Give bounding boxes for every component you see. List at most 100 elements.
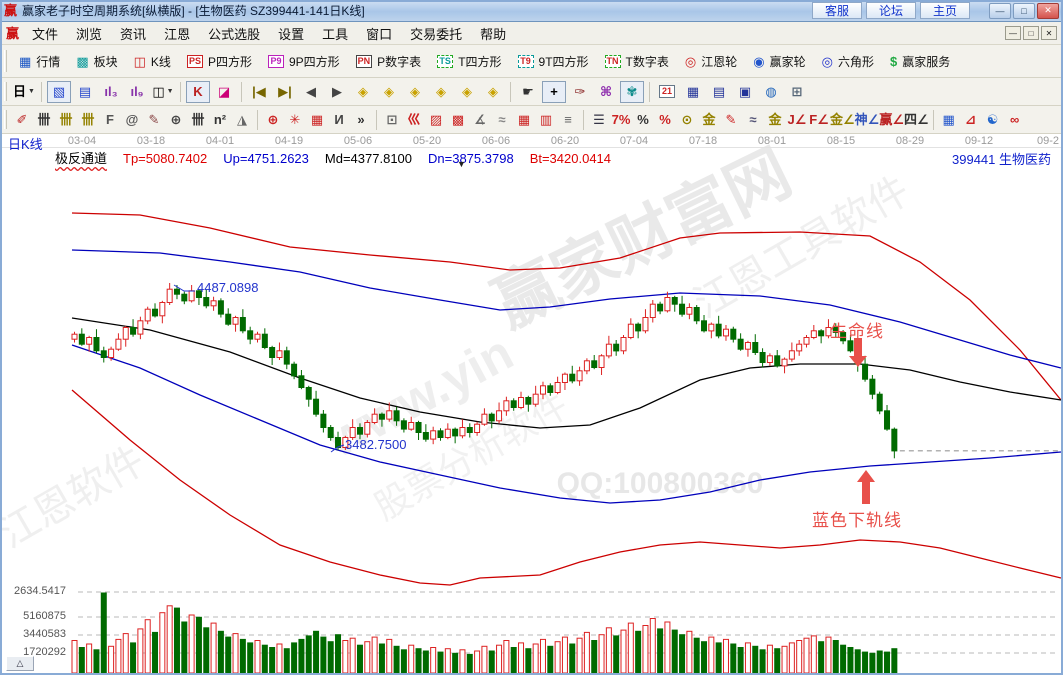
gann-diamond-h-button[interactable]: ◈ (403, 81, 427, 103)
forum-button[interactable]: 论坛 (866, 2, 916, 19)
gold-angle-tool[interactable]: 金∠ (830, 110, 855, 130)
brain-button[interactable]: ✾ (620, 81, 644, 103)
mdi-restore-button[interactable]: □ (1023, 26, 1039, 40)
restore-button[interactable]: □ (1013, 3, 1035, 19)
minimize-button[interactable]: — (989, 3, 1011, 19)
p-number-button[interactable]: PNP数字表 (348, 50, 430, 73)
menu-item-设置[interactable]: 设置 (269, 24, 313, 43)
wave-count-tool[interactable]: И (328, 110, 350, 130)
menu-item-江恩[interactable]: 江恩 (155, 24, 199, 43)
next-button[interactable]: ▶ (325, 81, 349, 103)
notes-button[interactable]: ▤ (707, 81, 731, 103)
pct7-tool[interactable]: 7% (610, 110, 632, 130)
zigzag-tool[interactable]: ≈ (491, 110, 513, 130)
circle-spiral-tool[interactable]: ⊕ (165, 110, 187, 130)
toolbar-grip[interactable] (4, 110, 7, 129)
menu-item-窗口[interactable]: 窗口 (357, 24, 401, 43)
k-chart-button[interactable]: K (186, 81, 210, 103)
lines-tool[interactable]: ≡ (557, 110, 579, 130)
spiral-tool[interactable]: @ (121, 110, 143, 130)
menu-item-交易委托[interactable]: 交易委托 (401, 24, 471, 43)
pen-tool[interactable]: ✐ (11, 110, 33, 130)
calculator-button[interactable]: ▦ (681, 81, 705, 103)
grid-tool[interactable]: 卌 (33, 110, 55, 130)
gann-tool-button[interactable]: ⌘ (594, 81, 618, 103)
n2-tool[interactable]: n² (209, 110, 231, 130)
rays-tool[interactable]: ∡ (469, 110, 491, 130)
menu-item-工具[interactable]: 工具 (313, 24, 357, 43)
price-list-tool[interactable]: ☰ (588, 110, 610, 130)
menu-item-资讯[interactable]: 资讯 (111, 24, 155, 43)
menu-item-帮助[interactable]: 帮助 (471, 24, 515, 43)
f-grid-tool[interactable]: F (99, 110, 121, 130)
fan-box-tool[interactable]: ▨ (425, 110, 447, 130)
mini-chart-tool[interactable]: ⊿ (960, 110, 982, 130)
red-grid2-tool[interactable]: ▥ (535, 110, 557, 130)
toolbar-grip[interactable] (4, 82, 7, 101)
j-angle-tool[interactable]: J∠ (786, 110, 808, 130)
service-button[interactable]: 客服 (812, 2, 862, 19)
web-tool[interactable]: ✳ (284, 110, 306, 130)
shen-angle-tool[interactable]: 神∠ (855, 110, 880, 130)
winner-service-button[interactable]: $赢家服务 (882, 50, 958, 73)
hand-button[interactable]: ☛ (516, 81, 540, 103)
gann-wheel-button[interactable]: ◎江恩轮 (677, 50, 745, 73)
gold-grid2-tool[interactable]: 卌 (77, 110, 99, 130)
menu-item-浏览[interactable]: 浏览 (67, 24, 111, 43)
gann-diamond-x-button[interactable]: ◈ (429, 81, 453, 103)
gann-diamond-left-button[interactable]: ◈ (351, 81, 375, 103)
sectors-button[interactable]: ▩板块 (68, 50, 125, 73)
toolbar-grip[interactable] (4, 50, 7, 72)
pen-flag-tool[interactable]: ✎ (720, 110, 742, 130)
gold-line-tool[interactable]: 金 (764, 110, 786, 130)
first-page-button[interactable]: |◀ (247, 81, 271, 103)
webgrid-tool[interactable]: ▦ (306, 110, 328, 130)
close-button[interactable]: ✕ (1037, 3, 1059, 19)
info-panel-button[interactable]: ▤ (73, 81, 97, 103)
period-day-button[interactable]: 日▼ (12, 81, 36, 103)
web-button[interactable]: ◍ (759, 81, 783, 103)
pct-tool[interactable]: % (632, 110, 654, 130)
gann-diamond-right-button[interactable]: ◈ (377, 81, 401, 103)
red-grid-tool[interactable]: ▦ (513, 110, 535, 130)
p-square-button[interactable]: PSP四方形 (179, 50, 260, 73)
winner-wheel-button[interactable]: ◉赢家轮 (745, 50, 813, 73)
ying-angle-tool[interactable]: 赢∠ (879, 110, 904, 130)
last-page-button[interactable]: ▶| (273, 81, 297, 103)
chart-area[interactable]: 赢家财富网www.yinQQ:100800360江恩软件股票分析软件江恩工具软件… (0, 134, 1063, 675)
mdi-close-button[interactable]: ✕ (1041, 26, 1057, 40)
t-square-button[interactable]: TST四方形 (429, 50, 509, 73)
gold-circle-tool[interactable]: ⊙ (676, 110, 698, 130)
taiji-tool[interactable]: ☯ (982, 110, 1004, 130)
bars-9-button[interactable]: ıl₉ (125, 81, 149, 103)
bars-3-button[interactable]: ıl₃ (99, 81, 123, 103)
p9-square-button[interactable]: P99P四方形 (260, 50, 348, 73)
gann-diamond-all-button[interactable]: ◈ (481, 81, 505, 103)
t9-square-button[interactable]: T99T四方形 (510, 50, 597, 73)
menu-item-公式选股[interactable]: 公式选股 (199, 24, 269, 43)
angle-tool[interactable]: ◮ (231, 110, 253, 130)
gann-diamond-v-button[interactable]: ◈ (455, 81, 479, 103)
calendar-button[interactable]: 21 (655, 81, 679, 103)
f-angle-tool[interactable]: F∠ (808, 110, 830, 130)
wave-tool[interactable]: ≈ (742, 110, 764, 130)
pct-line-tool[interactable]: % (654, 110, 676, 130)
box-tool[interactable]: ⊡ (381, 110, 403, 130)
kline-plot[interactable] (0, 134, 1063, 675)
quotes-button[interactable]: ▦行情 (11, 50, 68, 73)
zoom-region-button[interactable]: ▧ (47, 81, 71, 103)
crosshair-button[interactable]: + (542, 81, 566, 103)
color-grid-tool[interactable]: ▦ (938, 110, 960, 130)
kline-button[interactable]: ◫K线 (126, 50, 179, 73)
color-chart-button[interactable]: ◪ (212, 81, 236, 103)
fan-tool[interactable]: 巛 (403, 110, 425, 130)
si-angle-tool[interactable]: 四∠ (904, 110, 929, 130)
candle-style-button[interactable]: ◫▼ (151, 81, 175, 103)
grid2-tool[interactable]: 卌 (187, 110, 209, 130)
t-number-button[interactable]: TNT数字表 (597, 50, 677, 73)
homepage-button[interactable]: 主页 (920, 2, 970, 19)
measure-button[interactable]: ✑ (568, 81, 592, 103)
save-button[interactable]: ▣ (733, 81, 757, 103)
prev-button[interactable]: ◀ (299, 81, 323, 103)
gold-grid-tool[interactable]: 卌 (55, 110, 77, 130)
